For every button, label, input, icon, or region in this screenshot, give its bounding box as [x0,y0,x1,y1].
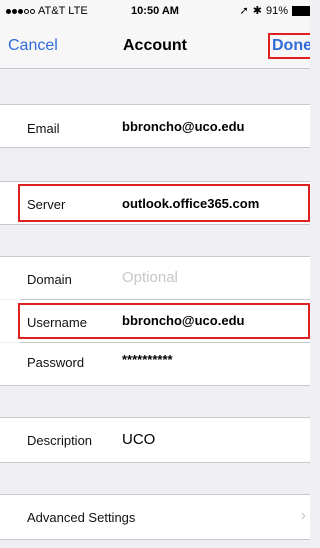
battery-icon [292,5,310,16]
domain-row[interactable]: Domain Optional [0,257,310,299]
status-right: ➚ ✱ 91% [240,4,310,17]
bluetooth-icon: ✱ [252,5,262,17]
password-field[interactable]: ********** [122,352,173,367]
divider [0,147,310,148]
description-field[interactable]: UCO [122,431,155,448]
description-row[interactable]: Description UCO [0,418,310,462]
email-field[interactable]: bbroncho@uco.edu [122,119,244,134]
server-highlight-box [18,184,310,222]
chevron-right-icon: › [300,507,306,524]
done-button[interactable]: Done [268,33,310,59]
account-screen: AT&T LTE 10:50 AM ➚ ✱ 91% Cancel Account… [0,0,310,548]
divider [0,224,310,225]
username-highlight-box [18,303,310,339]
page-title: Account [123,37,187,54]
advanced-settings-row[interactable]: Advanced Settings › [0,495,310,539]
battery-percent: 91% [265,4,288,17]
email-row[interactable]: Email bbroncho@uco.edu [0,105,310,147]
domain-field[interactable]: Optional [122,269,178,286]
domain-label: Domain [27,272,72,287]
status-bar: AT&T LTE 10:50 AM ➚ ✱ 91% [0,0,310,22]
advanced-settings-label: Advanced Settings [27,510,136,525]
divider [0,385,310,386]
divider [0,539,310,540]
divider [0,462,310,463]
navigation-bar: Cancel Account Done [0,22,310,69]
description-label: Description [27,433,93,448]
password-label: Password [27,355,85,370]
password-row[interactable]: Password ********** [0,343,310,385]
location-arrow-icon: ➚ [239,5,249,17]
email-label: Email [27,121,60,136]
